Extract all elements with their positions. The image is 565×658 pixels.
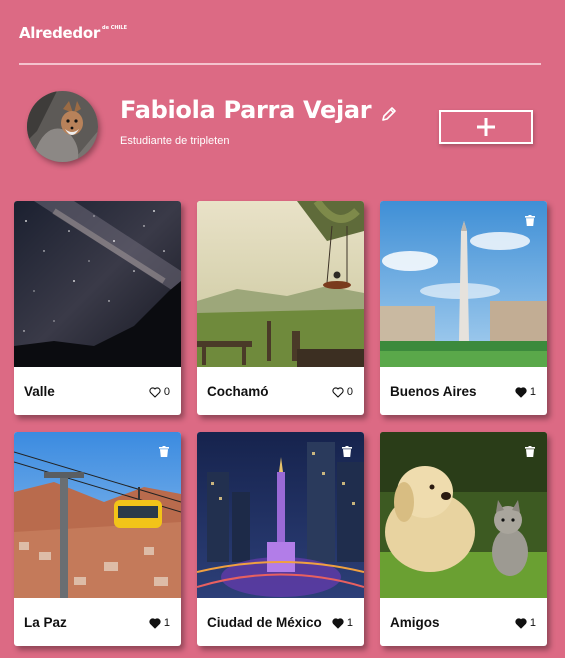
card-title: Valle	[24, 384, 55, 399]
card-image[interactable]	[380, 201, 547, 367]
like-group: 1	[149, 617, 170, 629]
card-la-paz[interactable]: La Paz 1	[14, 432, 181, 646]
like-count: 0	[163, 386, 170, 398]
card-title: La Paz	[24, 615, 67, 630]
card-buenos-aires[interactable]: Buenos Aires 1	[380, 201, 547, 415]
card-ciudad-de-mexico[interactable]: Ciudad de México 1	[197, 432, 364, 646]
card-image[interactable]	[380, 432, 547, 598]
card-amigos[interactable]: Amigos 1	[380, 432, 547, 646]
trash-icon[interactable]	[525, 446, 535, 457]
card-cochamo[interactable]: Cochamó 0	[197, 201, 364, 415]
card-image[interactable]	[197, 201, 364, 367]
heart-filled-icon[interactable]	[149, 617, 161, 629]
like-group: 1	[515, 386, 536, 398]
profile-name: Fabiola Parra Vejar	[120, 96, 372, 124]
card-image[interactable]	[14, 201, 181, 367]
like-group: 0	[332, 386, 353, 398]
like-group: 1	[332, 617, 353, 629]
card-title: Buenos Aires	[390, 384, 477, 399]
logo-text: Alrededor	[19, 24, 100, 42]
card-title: Cochamó	[207, 384, 269, 399]
heart-filled-icon[interactable]	[515, 617, 527, 629]
like-group: 0	[149, 386, 170, 398]
header-divider	[19, 63, 541, 65]
plus-icon	[477, 118, 495, 136]
profile-bio: Estudiante de tripleten	[120, 135, 230, 147]
heart-outline-icon[interactable]	[332, 386, 344, 398]
add-card-button[interactable]	[439, 110, 533, 144]
card-title: Ciudad de México	[207, 615, 322, 630]
edit-profile-icon[interactable]	[380, 101, 398, 121]
logo-superscript: de CHILE	[101, 25, 128, 31]
heart-outline-icon[interactable]	[149, 386, 161, 398]
card-image[interactable]	[197, 432, 364, 598]
like-count: 1	[529, 617, 536, 629]
card-image[interactable]	[14, 432, 181, 598]
heart-filled-icon[interactable]	[515, 386, 527, 398]
trash-icon[interactable]	[525, 215, 535, 226]
like-count: 1	[529, 386, 536, 398]
like-count: 1	[163, 617, 170, 629]
card-title: Amigos	[390, 615, 440, 630]
like-count: 0	[346, 386, 353, 398]
card-valle[interactable]: Valle 0	[14, 201, 181, 415]
heart-filled-icon[interactable]	[332, 617, 344, 629]
avatar[interactable]	[27, 91, 98, 162]
trash-icon[interactable]	[342, 446, 352, 457]
profile-name-row: Fabiola Parra Vejar	[120, 96, 398, 124]
like-count: 1	[346, 617, 353, 629]
logo: Alrededor de CHILE	[19, 24, 127, 42]
like-group: 1	[515, 617, 536, 629]
trash-icon[interactable]	[159, 446, 169, 457]
